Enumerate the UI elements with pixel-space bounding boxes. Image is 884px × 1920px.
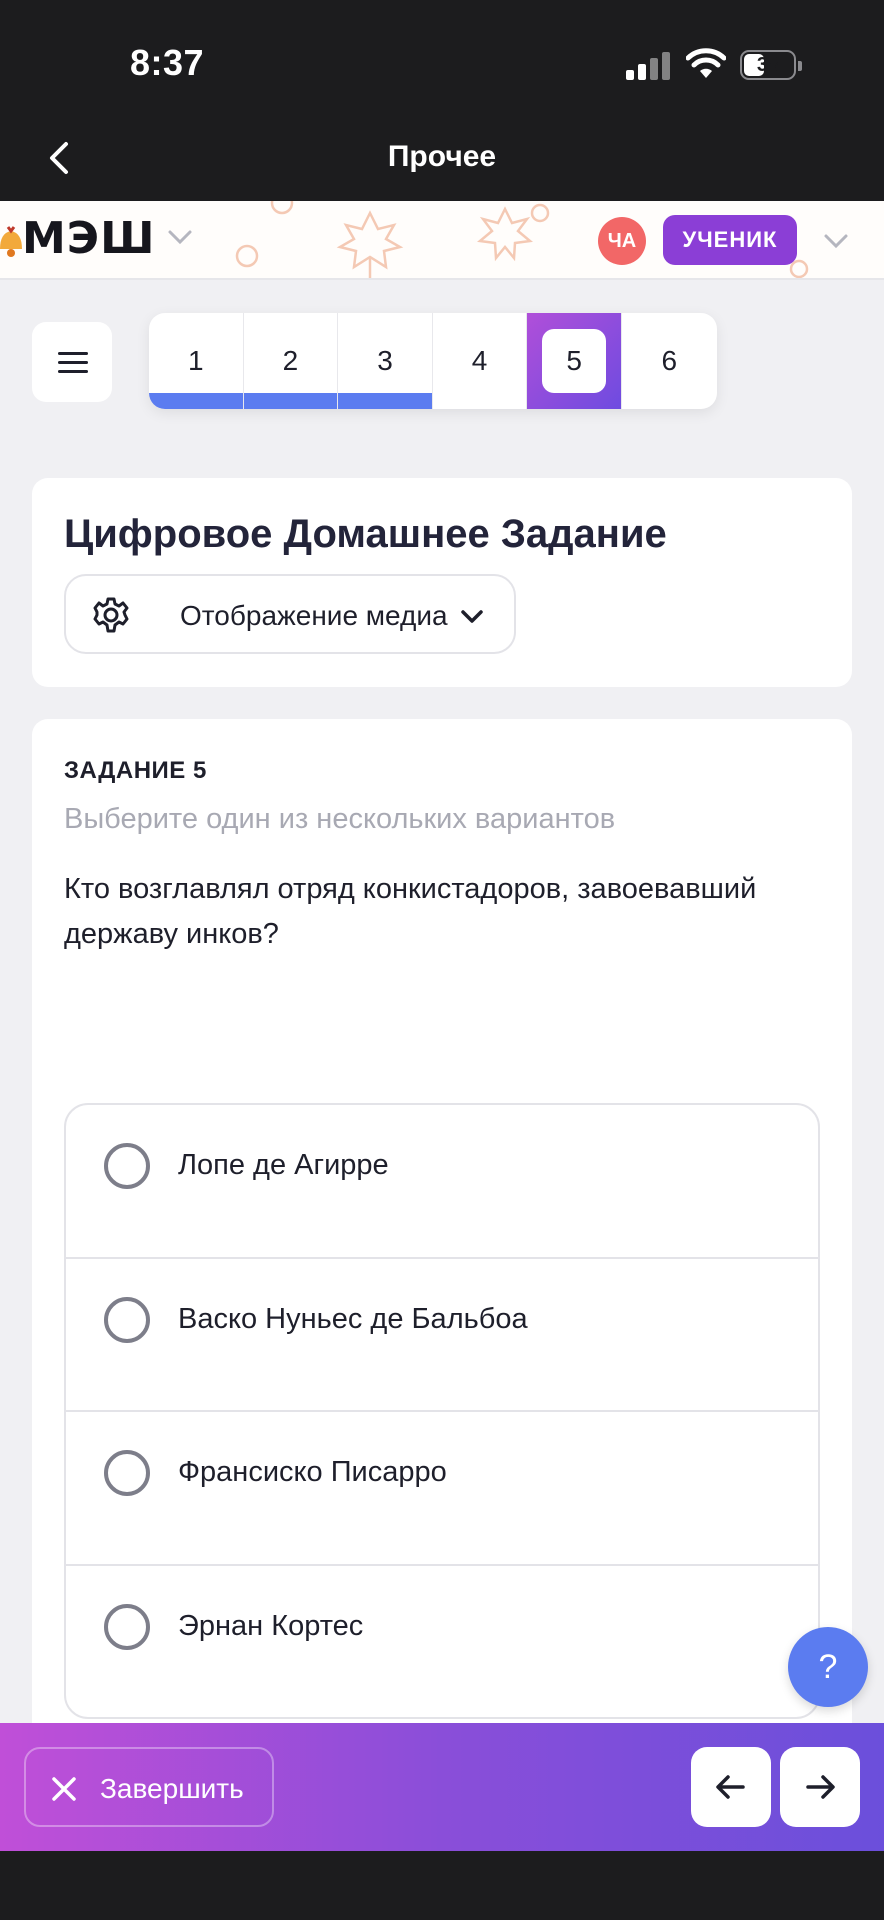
task-tab-label: 5	[566, 345, 582, 376]
wifi-icon	[686, 48, 726, 78]
answer-options: Лопе де Агирре Васко Нуньес де Бальбоа Ф…	[64, 1103, 820, 1719]
chevron-down-icon[interactable]	[166, 227, 194, 247]
radio-button[interactable]	[104, 1450, 150, 1496]
battery-level: 38	[756, 54, 780, 76]
question-hint: Выберите один из нескольких вариантов	[64, 803, 616, 835]
media-display-select[interactable]: Отображение медиа	[64, 574, 516, 654]
task-tabs: 1 2 3 4 5 6	[149, 313, 717, 409]
answer-option-label: Франсиско Писарро	[178, 1456, 447, 1488]
arrow-left-icon	[716, 1775, 745, 1799]
nav-bar: Прочее	[0, 118, 884, 201]
task-tab-2[interactable]: 2	[243, 313, 339, 409]
radio-button[interactable]	[104, 1603, 150, 1650]
title-card: Цифровое Домашнее Задание Отображение ме…	[32, 478, 852, 687]
task-tab-6[interactable]: 6	[622, 313, 717, 409]
status-bar: 8:37 38	[0, 0, 884, 118]
finish-button-label: Завершить	[100, 1773, 244, 1804]
home-indicator-area	[0, 1851, 884, 1920]
battery-icon: 38	[740, 50, 802, 80]
task-done-indicator	[243, 393, 338, 409]
answer-option-label: Эрнан Кортес	[178, 1609, 364, 1642]
status-time: 8:37	[130, 42, 205, 83]
role-badge[interactable]: УЧЕНИК	[663, 215, 797, 265]
cellular-signal-icon	[626, 52, 672, 80]
task-tab-label: 1	[188, 345, 204, 376]
task-tab-label: 2	[282, 345, 299, 376]
nav-title: Прочее	[387, 140, 497, 173]
question-card: ЗАДАНИЕ 5 Выберите один из нескольких ва…	[32, 719, 852, 1769]
task-tab-1[interactable]: 1	[149, 313, 244, 409]
answer-option[interactable]: Лопе де Агирре	[66, 1105, 818, 1259]
gear-icon	[93, 597, 129, 633]
answer-option[interactable]: Франсиско Писарро	[66, 1412, 818, 1566]
task-tab-5[interactable]: 5	[527, 313, 622, 409]
task-tab-3[interactable]: 3	[338, 313, 433, 409]
task-tab-label: 4	[471, 345, 488, 376]
answer-option[interactable]: Эрнан Кортес	[66, 1566, 818, 1718]
task-done-indicator	[338, 393, 432, 409]
question-number: ЗАДАНИЕ 5	[64, 757, 207, 784]
answer-option-label: Лопе де Агирре	[178, 1149, 389, 1181]
app-header: МЭШ ЧА УЧЕНИК	[0, 201, 884, 280]
task-tab-4[interactable]: 4	[433, 313, 528, 409]
chevron-down-icon	[461, 610, 483, 623]
chevron-down-icon[interactable]	[822, 231, 850, 251]
task-tab-active-marker: 5	[542, 329, 607, 393]
page-title: Цифровое Домашнее Задание	[64, 512, 667, 556]
mesh-logo[interactable]: МЭШ	[22, 213, 155, 264]
answer-option[interactable]: Васко Нуньес де Бальбоа	[66, 1259, 818, 1412]
avatar[interactable]: ЧА	[598, 217, 646, 265]
question-text: Кто возглавлял отряд конкистадоров, заво…	[64, 873, 757, 950]
bottom-action-bar: Завершить	[0, 1723, 884, 1851]
radio-button[interactable]	[104, 1143, 150, 1189]
help-button[interactable]: ?	[788, 1627, 868, 1707]
media-select-label: Отображение медиа	[180, 600, 448, 631]
menu-button[interactable]	[32, 322, 112, 402]
next-button[interactable]	[780, 1747, 860, 1827]
task-tab-label: 6	[661, 345, 678, 376]
previous-button[interactable]	[691, 1747, 771, 1827]
task-done-indicator	[149, 393, 243, 409]
radio-button[interactable]	[104, 1296, 150, 1343]
close-icon	[52, 1777, 76, 1801]
arrow-right-icon	[806, 1775, 835, 1799]
finish-button[interactable]: Завершить	[24, 1747, 274, 1827]
answer-option-label: Васко Нуньес де Бальбоа	[178, 1302, 528, 1335]
task-tab-label: 3	[377, 345, 393, 376]
